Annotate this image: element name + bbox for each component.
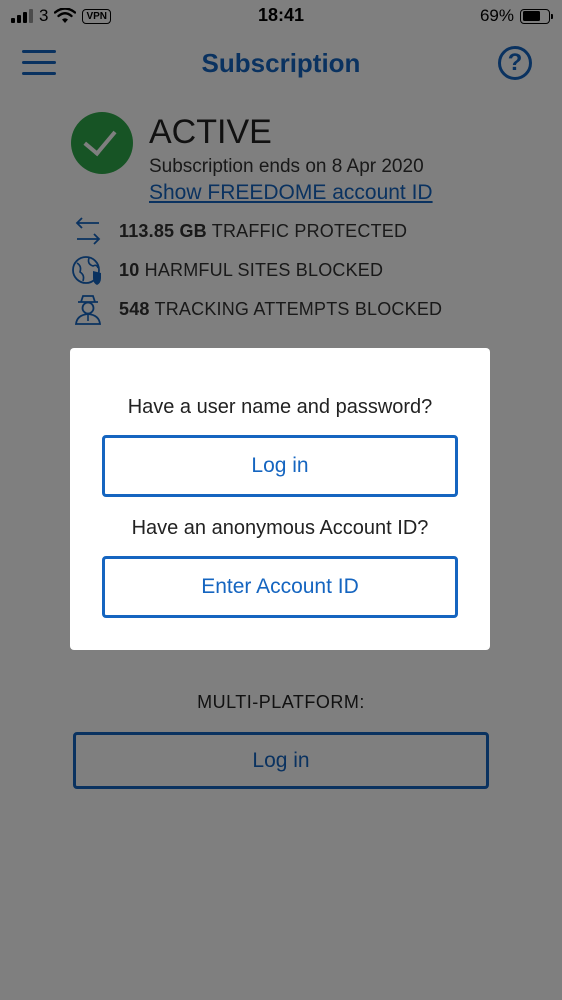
dialog-login-button[interactable]: Log in <box>102 435 458 497</box>
dialog-question-credentials: Have a user name and password? <box>127 396 433 418</box>
login-dialog: Have a user name and password? Log in Ha… <box>70 348 490 650</box>
enter-account-id-button[interactable]: Enter Account ID <box>102 556 458 618</box>
dialog-question-account-id: Have an anonymous Account ID? <box>131 517 429 539</box>
subscription-screen: 3 VPN 18:41 69% Subscription ? ACTIVE Su… <box>0 0 562 1000</box>
